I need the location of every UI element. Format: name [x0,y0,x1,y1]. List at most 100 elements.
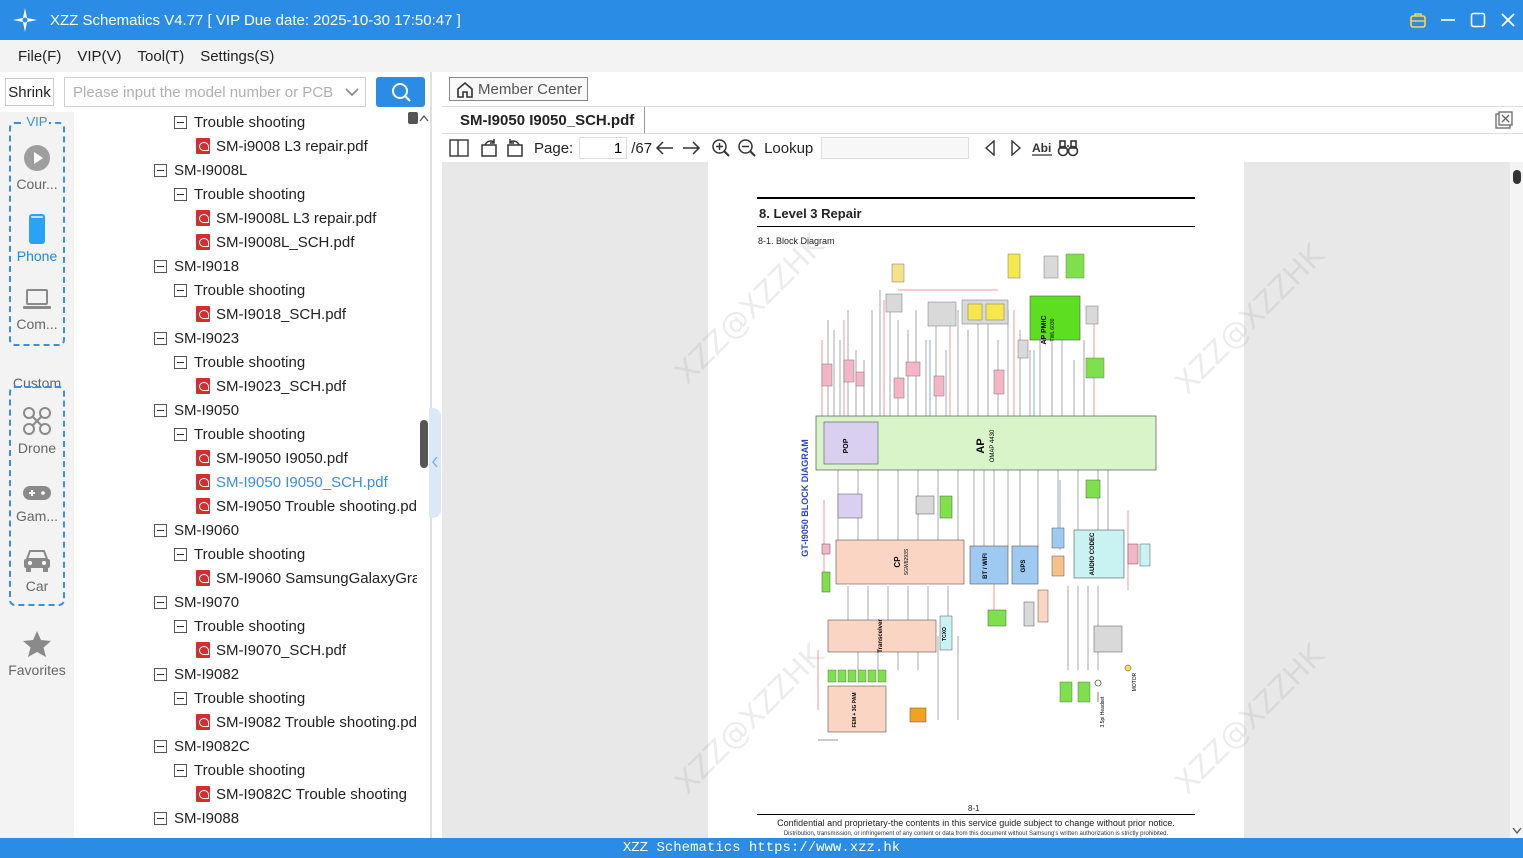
rail-label: Phone [16,248,58,264]
rail-item-car[interactable]: Car [11,548,63,594]
sidebar-toggle-icon[interactable] [446,136,472,160]
tree-scroll-top[interactable] [408,112,418,124]
collapse-icon[interactable] [174,427,187,441]
zoom-out-icon[interactable] [734,136,760,160]
tree-file-item[interactable]: SM-I9050 I9050.pdf [196,446,348,470]
tree-folder-item[interactable]: Trouble shooting [174,614,305,638]
collapse-icon[interactable] [174,763,187,777]
tree-folder-item[interactable]: SM-I9082C [154,734,250,758]
collapse-icon[interactable] [174,115,187,129]
search-input[interactable] [73,83,339,101]
rail-label: Car [25,578,49,594]
collapse-icon[interactable] [154,811,167,825]
rail-item-favorites[interactable]: Favorites [0,630,74,678]
tree-item-label: SM-I9082 Trouble shooting.pdf [216,713,417,731]
find-next-icon[interactable] [1003,136,1029,160]
tree-folder-item[interactable]: Trouble shooting [174,686,305,710]
collapse-icon[interactable] [154,331,167,345]
menu-settings[interactable]: Settings(S) [192,48,282,65]
rail-item-drone[interactable]: Drone [11,406,63,456]
pdf-icon [196,210,210,226]
tree-folder-item[interactable]: Trouble shooting [174,350,305,374]
maximize-icon[interactable] [1463,0,1493,40]
tree-folder-item[interactable]: SM-I9088 [154,806,239,830]
tree-file-item[interactable]: SM-I9060 SamsungGalaxyGrand [196,566,417,590]
tree-file-item[interactable]: SM-I9050 Trouble shooting.pdf [196,494,417,518]
menu-file[interactable]: File(F) [10,48,69,65]
next-page-icon[interactable] [678,136,704,160]
rail-item-phone[interactable]: Phone [11,214,63,264]
collapse-icon[interactable] [154,403,167,417]
chevron-down-icon[interactable] [339,87,365,97]
tree-folder-item[interactable]: SM-I9070 [154,590,239,614]
tree-folder-item[interactable]: Trouble shooting [174,542,305,566]
tree-folder-item[interactable]: Trouble shooting [174,758,305,782]
collapse-handle[interactable] [429,408,441,518]
collapse-icon[interactable] [154,163,167,177]
collapse-icon[interactable] [174,547,187,561]
member-center-button[interactable]: Member Center [449,77,588,101]
collapse-icon[interactable] [154,739,167,753]
rail-item-courses[interactable]: Cour... [11,144,63,192]
tree-folder-item[interactable]: SM-I9018 [154,254,239,278]
close-icon[interactable] [1493,0,1523,40]
tree-file-item[interactable]: SM-I9082C Trouble shooting [196,782,407,806]
collapse-icon[interactable] [154,595,167,609]
tree-folder-item[interactable]: SM-I9082 [154,662,239,686]
tree-folder-item[interactable]: SM-I9008L [154,158,247,182]
collapse-icon[interactable] [174,619,187,633]
tree-file-item[interactable]: SM-I9008L L3 repair.pdf [196,206,376,230]
match-case-icon[interactable]: Abi [1029,136,1055,160]
tree-file-item[interactable]: SM-I9008L_SCH.pdf [196,230,354,254]
collapse-icon[interactable] [174,187,187,201]
page-rule-top [757,197,1195,199]
rail-item-computer[interactable]: Com... [11,288,63,332]
tree-folder-item[interactable]: SM-I9050 [154,398,239,422]
viewer-scroll-thumb[interactable] [1513,170,1521,184]
binoculars-icon[interactable] [1055,136,1081,160]
document-viewer[interactable]: 8. Level 3 Repair 8-1. Block Diagram POP… [442,162,1510,838]
zoom-in-icon[interactable] [708,136,734,160]
tree-file-item[interactable]: SM-I9023_SCH.pdf [196,374,346,398]
tree-file-item[interactable]: SM-I9018_SCH.pdf [196,302,346,326]
rail-item-gaming[interactable]: Gam... [11,482,63,524]
menu-tool[interactable]: Tool(T) [130,48,193,65]
tree-file-item[interactable]: SM-I9050 I9050_SCH.pdf [196,470,388,494]
tree-item-label: SM-I9008L L3 repair.pdf [216,209,377,227]
tree-folder-item[interactable]: Trouble shooting [174,422,305,446]
minimize-icon[interactable] [1433,0,1463,40]
close-tab-icon[interactable] [1495,111,1513,132]
collapse-icon[interactable] [154,523,167,537]
pdf-icon [196,642,210,658]
find-prev-icon[interactable] [977,136,1003,160]
shrink-button[interactable]: Shrink [5,78,54,106]
lookup-input[interactable] [821,137,970,159]
tree-folder-item[interactable]: SM-I9023 [154,326,239,350]
search-button[interactable] [376,77,425,107]
menu-vip[interactable]: VIP(V) [69,48,129,65]
rotate-left-icon[interactable] [476,136,502,160]
prev-page-icon[interactable] [652,136,678,160]
tree-folder-item[interactable]: Trouble shooting [174,278,305,302]
collapse-icon[interactable] [154,259,167,273]
vip-bag-icon[interactable] [1403,0,1433,40]
viewer-scrollbar[interactable] [1510,162,1523,838]
rotate-right-icon[interactable] [502,136,528,160]
tree-folder-item[interactable]: Trouble shooting [174,112,305,134]
page-number-input[interactable] [579,137,628,159]
tree-folder-item[interactable]: Trouble shooting [174,182,305,206]
tree-file-item[interactable]: SM-i9008 L3 repair.pdf [196,134,368,158]
tree-scroll-thumb[interactable] [420,420,428,468]
collapse-icon[interactable] [174,691,187,705]
tree-item-label: SM-I9088 [174,809,240,827]
collapse-icon[interactable] [154,667,167,681]
collapse-icon[interactable] [174,283,187,297]
pdf-icon [196,714,210,730]
collapse-icon[interactable] [174,355,187,369]
phone-icon [29,214,45,244]
tree-file-item[interactable]: SM-I9070_SCH.pdf [196,638,346,662]
tree-folder-item[interactable]: SM-I9060 [154,518,239,542]
tree-file-item[interactable]: SM-I9082 Trouble shooting.pdf [196,710,417,734]
rail-label: Cour... [16,176,58,192]
tab-document[interactable]: SM-I9050 I9050_SCH.pdf [450,107,646,133]
